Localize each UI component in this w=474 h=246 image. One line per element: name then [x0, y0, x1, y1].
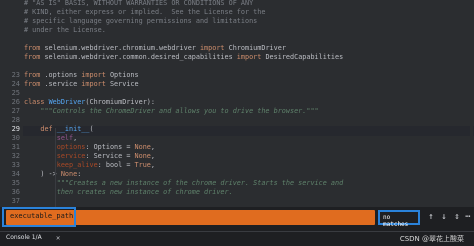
code-token: None: [60, 170, 78, 178]
code-line: """Creates a new instance of the chrome …: [24, 179, 343, 188]
code-editor[interactable]: 2324252627282930313233343536373839404142…: [0, 0, 474, 207]
code-token: ,: [150, 152, 155, 160]
line-number: 31: [11, 143, 20, 151]
line-number: 28: [11, 116, 20, 124]
code-token: from: [24, 53, 41, 61]
code-line: keep_alive: bool = True,: [24, 161, 155, 170]
code-token: import: [81, 71, 106, 79]
code-token: import: [236, 53, 262, 61]
code-line: class WebDriver(ChromiumDriver):: [24, 98, 155, 107]
line-number: 34: [11, 170, 20, 178]
code-token: ChromiumDriver: [224, 44, 286, 52]
code-token: : Service =: [85, 152, 135, 160]
code-line: from selenium.webdriver.common.desired_c…: [24, 53, 343, 62]
line-number: 26: [11, 98, 20, 106]
code-token: # KIND, either express or implied. See t…: [24, 8, 266, 16]
code-token: ,: [150, 161, 155, 169]
code-token: def: [40, 125, 53, 133]
code-token: : bool =: [97, 161, 135, 169]
code-token: # specific language governing permission…: [24, 17, 258, 25]
code-line: # under the License.: [24, 26, 106, 35]
code-token: Options: [105, 71, 139, 79]
code-token: ,: [150, 143, 155, 151]
code-token: class: [24, 98, 45, 106]
indent-guide: [55, 128, 56, 207]
close-icon[interactable]: ✕: [56, 234, 64, 242]
code-token: .service: [40, 80, 82, 88]
code-token: """Controls the ChromeDriver and allows …: [24, 107, 319, 115]
code-token: selenium.webdriver.common.desired_capabi…: [40, 53, 237, 61]
line-number: 29: [11, 125, 20, 133]
line-number: 30: [11, 134, 20, 142]
line-number: 37: [11, 197, 20, 205]
filter-icon[interactable]: ⋯: [462, 211, 474, 223]
code-token: import: [199, 44, 225, 52]
code-token: from: [24, 80, 41, 88]
code-line: """Controls the ChromeDriver and allows …: [24, 107, 319, 116]
code-token: Service: [105, 80, 139, 88]
code-token: None: [134, 152, 151, 160]
code-line: from selenium.webdriver.chromium.webdriv…: [24, 44, 286, 53]
code-token: service: [56, 152, 86, 160]
code-token: :: [77, 170, 82, 178]
previous-match-icon[interactable]: ↑: [425, 211, 437, 223]
code-token: self: [56, 134, 74, 142]
code-line: service: Service = None,: [24, 152, 155, 161]
code-token: from: [24, 71, 41, 79]
code-line: ) -> None:: [24, 170, 81, 179]
code-token: ,: [73, 134, 78, 142]
vertical-scrollbar[interactable]: [470, 0, 473, 207]
code-line: self,: [24, 134, 77, 143]
line-number: 23: [11, 71, 20, 79]
line-number: 32: [11, 152, 20, 160]
line-number: 27: [11, 107, 20, 115]
code-line: from .service import Service: [24, 80, 139, 89]
code-token: # under the License.: [24, 26, 106, 34]
code-area[interactable]: # "AS IS" BASIS, WITHOUT WARRANTIES OR C…: [24, 0, 474, 207]
status-bar: Console 1/A ✕ CSDN @翠花上酸菜: [0, 231, 474, 246]
code-token: WebDriver: [48, 98, 86, 106]
code-token: from: [24, 44, 41, 52]
code-token: selenium.webdriver.chromium.webdriver: [40, 44, 200, 52]
code-line: # KIND, either express or implied. See t…: [24, 8, 265, 17]
line-number: 36: [11, 188, 20, 196]
code-token: # "AS IS" BASIS, WITHOUT WARRANTIES OR C…: [24, 0, 254, 7]
code-token: """Creates a new instance of the chrome …: [24, 179, 344, 187]
code-line: def __init__(: [24, 125, 94, 134]
line-number: 25: [11, 89, 20, 97]
code-line: options: Options = None,: [24, 143, 155, 152]
code-token: DesiredCapabilities: [261, 53, 344, 61]
match-count-text: no matches: [383, 214, 409, 228]
code-token: True: [134, 161, 151, 169]
code-token: (: [89, 125, 94, 133]
code-token: (ChromiumDriver):: [85, 98, 155, 106]
find-input-highlight-box: [2, 207, 76, 227]
code-token: keep_alive: [56, 161, 98, 169]
code-token: : Options =: [85, 143, 135, 151]
code-line: # "AS IS" BASIS, WITHOUT WARRANTIES OR C…: [24, 0, 253, 8]
code-line: from .options import Options: [24, 71, 139, 80]
match-count-box: no matches: [378, 210, 420, 228]
line-number: 33: [11, 161, 20, 169]
watermark-text: CSDN @翠花上酸菜: [399, 235, 464, 243]
code-token: .options: [40, 71, 82, 79]
code-line: # specific language governing permission…: [24, 17, 257, 26]
console-tab[interactable]: Console 1/A: [6, 234, 42, 241]
code-token: options: [56, 143, 86, 151]
code-token: import: [81, 80, 106, 88]
line-number: 35: [11, 179, 20, 187]
code-token: None: [134, 143, 151, 151]
next-match-icon[interactable]: ↓: [438, 211, 450, 223]
code-token: __init__: [56, 125, 90, 133]
line-number-gutter: 2324252627282930313233343536373839404142: [0, 0, 23, 207]
line-number: 24: [11, 80, 20, 88]
